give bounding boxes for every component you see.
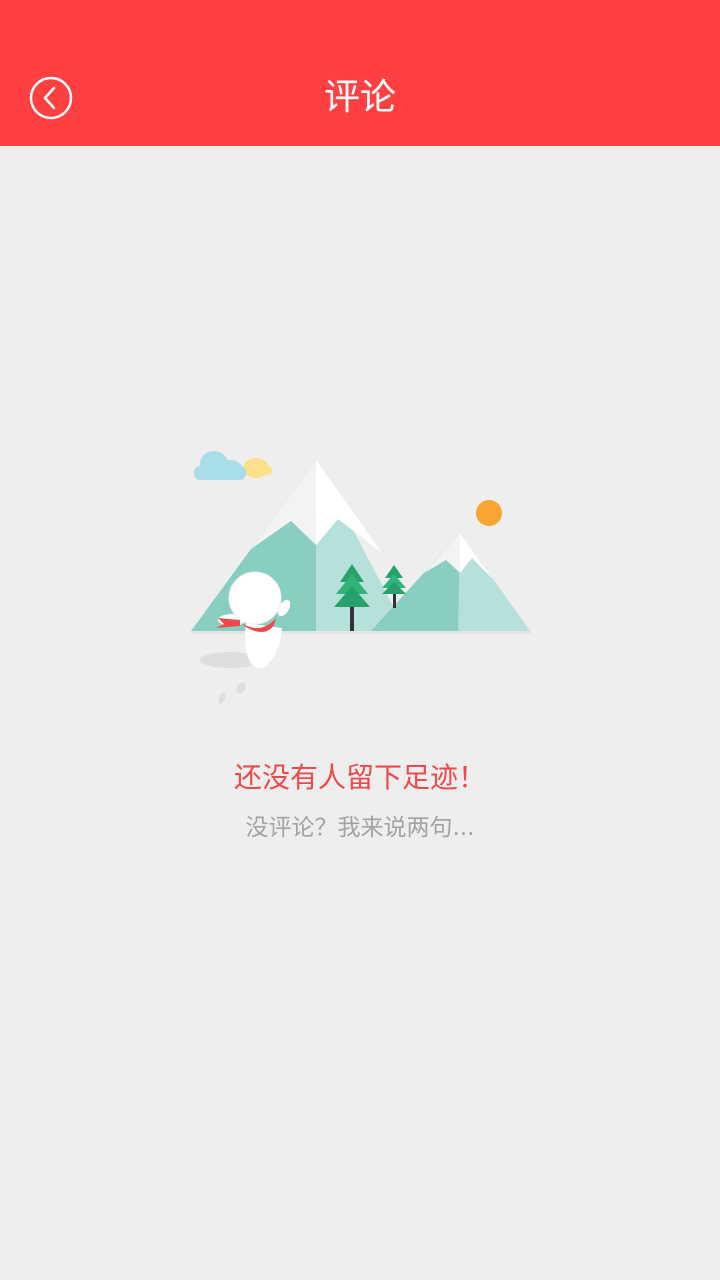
- page-title: 评论: [323, 77, 396, 118]
- empty-state-illustration: [188, 448, 534, 710]
- cloud-icon: [194, 451, 272, 480]
- header-bar: 评论: [0, 0, 720, 146]
- running-character-icon: [200, 571, 291, 704]
- write-comment-link[interactable]: 没评论？我来说两句...: [0, 812, 720, 844]
- empty-state-title: 还没有人留下足迹！: [233, 761, 486, 794]
- sun-icon: [476, 500, 502, 526]
